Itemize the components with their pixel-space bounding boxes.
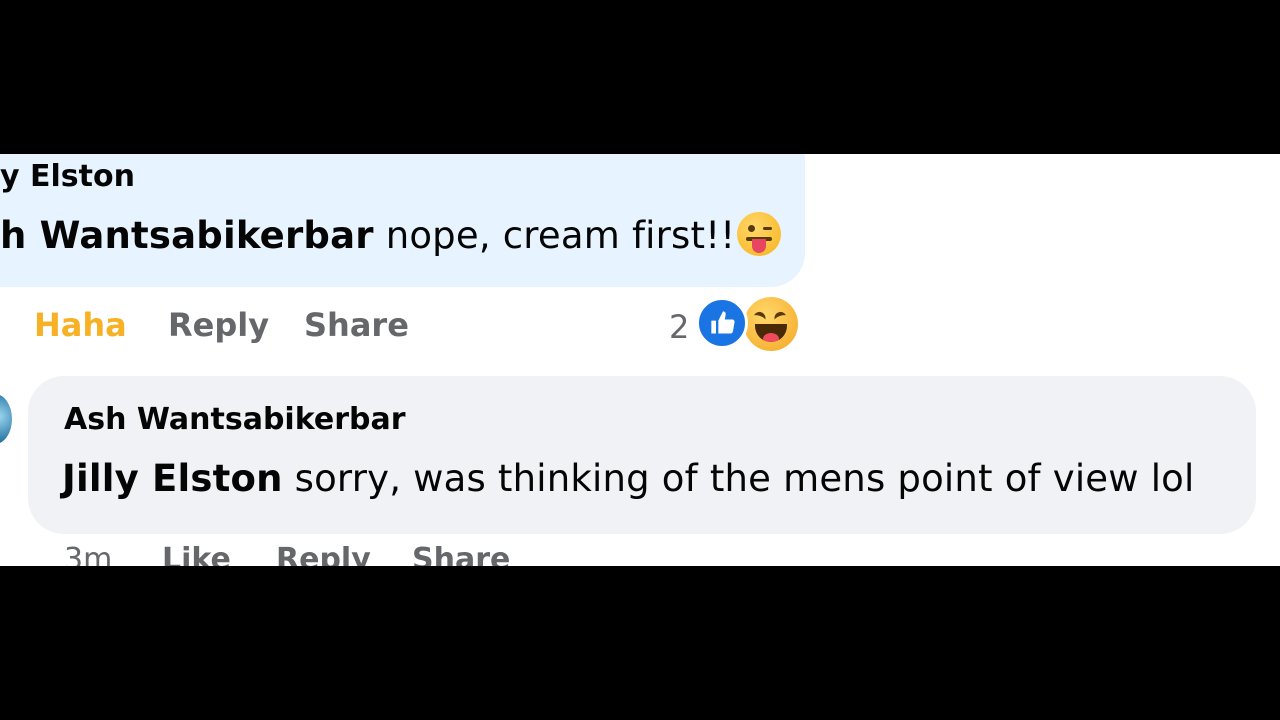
comment-author[interactable]: y Elston — [0, 159, 135, 194]
comment-text: h Wantsabikerbar nope, cream first!! — [0, 212, 782, 257]
like-button[interactable]: Like — [162, 542, 231, 566]
comment-author[interactable]: Ash Wantsabikerbar — [64, 402, 406, 437]
like-reaction-icon[interactable] — [696, 297, 748, 349]
zany-face-icon — [737, 212, 782, 256]
comment-body: sorry, was thinking of the mens point of… — [282, 457, 1195, 500]
mention-link[interactable]: h Wantsabikerbar — [0, 214, 374, 257]
reaction-count[interactable]: 2 — [669, 308, 689, 346]
comment-thread: y Elston h Wantsabikerbar nope, cream fi… — [0, 154, 1280, 566]
comment-bubble-highlighted: y Elston h Wantsabikerbar nope, cream fi… — [0, 154, 805, 287]
comment-bubble-content: y Elston h Wantsabikerbar nope, cream fi… — [0, 154, 805, 287]
reply-button[interactable]: Reply — [168, 306, 269, 344]
share-button[interactable]: Share — [412, 542, 510, 566]
comment-bubble: Ash Wantsabikerbar Jilly Elston sorry, w… — [28, 376, 1256, 534]
share-button[interactable]: Share — [304, 306, 409, 344]
mention-link[interactable]: Jilly Elston — [62, 457, 283, 500]
timestamp[interactable]: 3m — [64, 542, 112, 566]
avatar[interactable] — [0, 394, 12, 444]
comment-body: nope, cream first!! — [373, 214, 736, 257]
haha-reaction-icon[interactable] — [744, 297, 798, 351]
haha-reaction-button[interactable]: Haha — [34, 306, 127, 344]
comment-text: Jilly Elston sorry, was thinking of the … — [62, 457, 1195, 500]
reply-button[interactable]: Reply — [276, 542, 371, 566]
